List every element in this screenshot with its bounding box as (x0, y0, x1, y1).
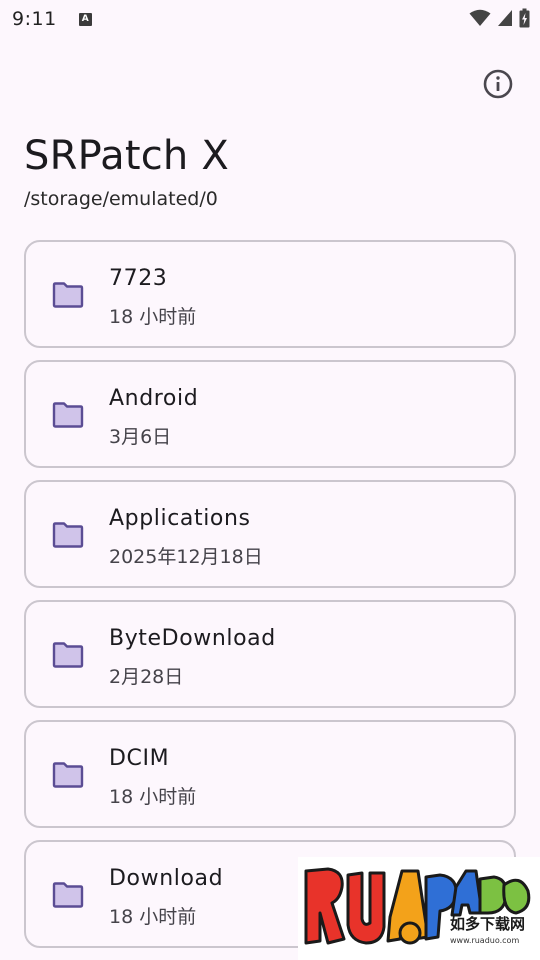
folder-date: 18 小时前 (109, 306, 197, 328)
battery-charging-icon (519, 8, 530, 28)
folder-icon (52, 522, 84, 548)
folder-date: 18 小时前 (109, 906, 197, 928)
page-title: SRPatch X (24, 133, 229, 179)
folder-item[interactable]: ByteDownload 2月28日 (24, 600, 516, 708)
folder-icon (52, 762, 84, 788)
folder-name: Download (109, 866, 224, 891)
info-icon (483, 69, 513, 99)
folder-icon (52, 882, 84, 908)
folder-item[interactable]: DCIM 18 小时前 (24, 720, 516, 828)
watermark-logo: 如多下载网 www.ruaduo.com (298, 857, 540, 960)
folder-item[interactable]: Android 3月6日 (24, 360, 516, 468)
folder-date: 2月28日 (109, 666, 184, 688)
folder-date: 3月6日 (109, 426, 172, 448)
info-button[interactable] (483, 69, 513, 99)
folder-icon (52, 402, 84, 428)
folder-name: DCIM (109, 746, 170, 771)
folder-name: Applications (109, 506, 251, 531)
folder-item[interactable]: 7723 18 小时前 (24, 240, 516, 348)
wifi-icon (469, 9, 491, 26)
notification-badge-icon: A (78, 12, 92, 26)
ruanduo-logo-icon: 如多下载网 www.ruaduo.com (298, 857, 540, 960)
current-path: /storage/emulated/0 (24, 188, 218, 210)
folder-date: 2025年12月18日 (109, 546, 263, 568)
folder-name: Android (109, 386, 199, 411)
status-time: 9:11 (12, 8, 57, 30)
folder-list: 7723 18 小时前 Android 3月6日 Applications 20… (24, 240, 516, 960)
folder-name: ByteDownload (109, 626, 276, 651)
watermark-url: www.ruaduo.com (450, 936, 519, 945)
folder-name: 7723 (109, 266, 168, 291)
cell-signal-icon (498, 10, 512, 26)
folder-icon (52, 642, 84, 668)
folder-date: 18 小时前 (109, 786, 197, 808)
folder-icon (52, 282, 84, 308)
folder-item[interactable]: Applications 2025年12月18日 (24, 480, 516, 588)
status-bar: 9:11 A (0, 0, 540, 38)
status-icons (469, 8, 530, 28)
watermark-caption-cn: 如多下载网 (450, 915, 525, 933)
